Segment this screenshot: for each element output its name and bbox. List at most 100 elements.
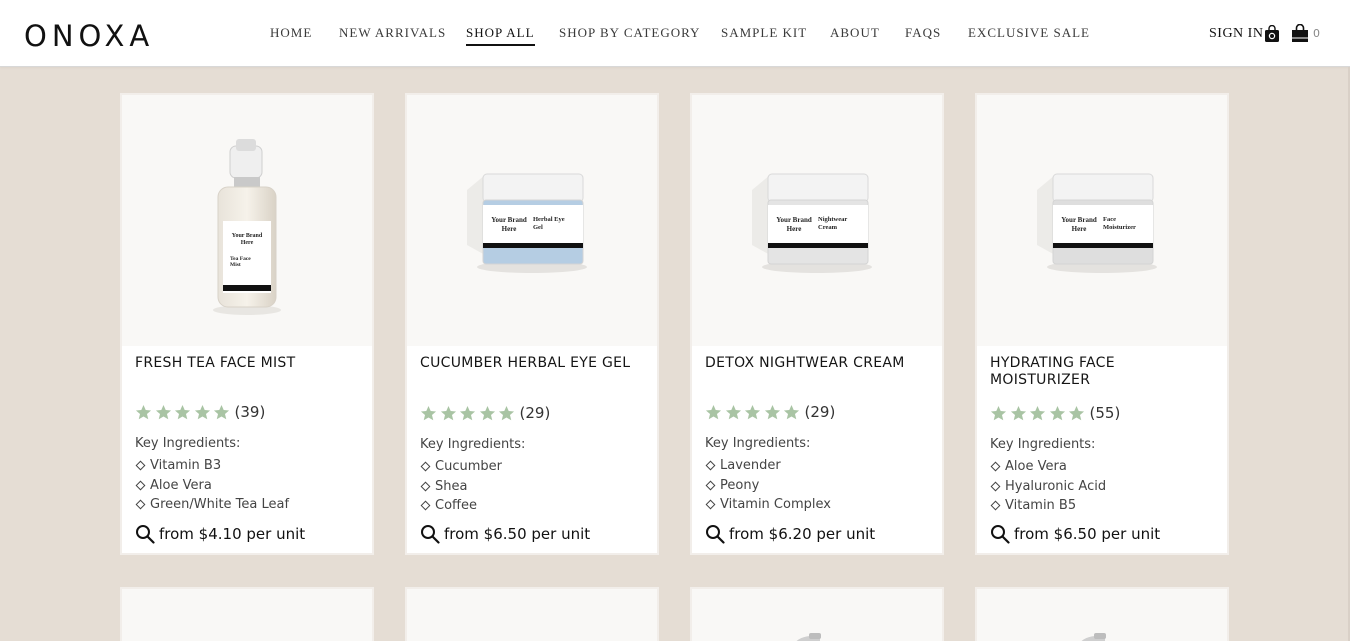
ingredients-list: Aloe Vera Hyaluronic Acid Vitamin B5 (990, 457, 1106, 516)
label-brand: Here (787, 225, 802, 233)
diamond-bullet-icon (135, 499, 146, 510)
ingredient-label: Vitamin Complex (720, 497, 831, 512)
product-card[interactable]: Your Brand Here Nightwear Cream DETOX NI… (690, 93, 944, 555)
ingredient-label: Green/White Tea Leaf (150, 497, 290, 512)
cart-icon[interactable] (1291, 24, 1309, 43)
nav-item-about[interactable]: ABOUT (830, 25, 880, 41)
ingredient-label: Aloe Vera (150, 477, 212, 493)
product-price[interactable]: from $6.20 per unit (705, 523, 875, 545)
ingredients-list: Lavender Peony Vitamin Complex (705, 456, 831, 515)
rating-star-icon (420, 405, 437, 420)
label-product-name: Face (1103, 216, 1116, 223)
label-brand: Your Brand (491, 216, 527, 224)
search-icon (136, 525, 155, 544)
product-card[interactable]: Your Brand Here Face Moisturizer HYDRATI… (975, 93, 1229, 555)
jar-icon: Your Brand Here Face Moisturizer (1037, 173, 1157, 273)
ingredient-item: Aloe Vera (990, 457, 1106, 477)
nav-item-sample-kit[interactable]: SAMPLE KIT (721, 25, 807, 41)
ingredient-item: Hyaluronic Acid (990, 477, 1106, 497)
product-price[interactable]: from $6.50 per unit (990, 523, 1160, 545)
rating-star-icon (990, 405, 1007, 420)
label-product-name: Nightwear (818, 216, 847, 223)
rating-star-icon (155, 404, 171, 419)
diamond-bullet-icon (420, 481, 431, 492)
rating-star-icon (744, 404, 761, 419)
rating-star-icon (213, 404, 230, 419)
label-product-name: Mist (230, 262, 241, 268)
product-image[interactable]: Your Brand Here Face Moisturizer (977, 95, 1227, 346)
ingredient-item: Green/White Tea Leaf (135, 495, 289, 515)
rating-star-icon (705, 404, 722, 419)
product-image[interactable]: Your Brand Here Herbal Eye Gel (407, 95, 657, 346)
product-card[interactable] (405, 587, 659, 641)
ingredient-item: Aloe Vera (135, 476, 289, 496)
price-text: from $6.20 per unit (729, 525, 876, 543)
key-ingredients-label: Key Ingredients: (135, 436, 241, 451)
ingredients-list: Cucumber Shea Coffee (420, 457, 502, 516)
nav-item-shop-all[interactable]: SHOP ALL (466, 25, 535, 46)
ingredient-label: Coffee (435, 498, 477, 513)
rating-star-icon (1029, 405, 1046, 420)
product-card[interactable]: Your Brand Here Tea Face Mist FRESH TEA … (120, 93, 374, 555)
ingredient-item: Cucumber (420, 457, 502, 477)
price-text: from $6.50 per unit (1014, 525, 1161, 543)
product-rating[interactable]: (29) (420, 403, 550, 423)
search-icon (421, 525, 440, 544)
rating-star-icon (783, 404, 800, 419)
ingredient-label: Vitamin B3 (150, 458, 222, 473)
key-ingredients-label: Key Ingredients: (705, 436, 811, 451)
ingredient-item: Coffee (420, 496, 502, 516)
product-title[interactable]: CUCUMBER HERBAL EYE GEL (420, 355, 640, 372)
ingredient-item: Vitamin Complex (705, 495, 831, 515)
nav-item-new-arrivals[interactable]: NEW ARRIVALS (339, 25, 446, 41)
nav-item-exclusive-sale[interactable]: EXCLUSIVE SALE (968, 25, 1090, 41)
nav-item-home[interactable]: HOME (270, 25, 312, 41)
rating-star-icon (1068, 405, 1085, 420)
product-image[interactable]: Your Brand Here Nightwear Cream (692, 95, 942, 346)
brand-logo[interactable]: ONOXA (24, 19, 154, 53)
product-title[interactable]: HYDRATING FACE MOISTURIZER (990, 355, 1210, 389)
product-rating[interactable]: (29) (705, 402, 835, 422)
rating-star-icon (725, 404, 741, 419)
ingredients-list: Vitamin B3 Aloe Vera Green/White Tea Leaf (135, 456, 289, 515)
jar-icon: Your Brand Here Herbal Eye Gel (467, 173, 587, 273)
ingredient-item: Shea (420, 477, 502, 497)
label-product-name: Gel (533, 224, 543, 231)
product-title[interactable]: DETOX NIGHTWEAR CREAM (705, 355, 925, 372)
rating-star-icon (498, 405, 515, 420)
rating-count: (39) (234, 403, 266, 421)
label-product-name: Moisturizer (1103, 224, 1136, 231)
label-brand: Your Brand (232, 233, 263, 239)
key-ingredients-label: Key Ingredients: (420, 437, 526, 452)
product-card[interactable]: Your Brand Here Herbal Eye Gel CUCUMBER … (405, 93, 659, 555)
product-card[interactable] (120, 587, 374, 641)
diamond-bullet-icon (705, 499, 716, 510)
diamond-bullet-icon (990, 461, 1001, 472)
ingredient-item: Vitamin B3 (135, 456, 289, 476)
ingredient-label: Vitamin B5 (1005, 498, 1077, 513)
product-image (977, 589, 1227, 641)
product-image[interactable]: Your Brand Here Tea Face Mist (122, 95, 372, 346)
label-brand: Here (1072, 225, 1087, 233)
product-card[interactable] (690, 587, 944, 641)
product-price[interactable]: from $6.50 per unit (420, 523, 590, 545)
diamond-bullet-icon (705, 480, 716, 491)
product-card[interactable] (975, 587, 1229, 641)
diamond-bullet-icon (990, 481, 1001, 492)
diamond-bullet-icon (420, 461, 431, 472)
account-bag-icon[interactable] (1264, 25, 1280, 43)
rating-star-icon (1049, 405, 1065, 420)
pump-bottle-icon (796, 633, 821, 641)
sign-in-link[interactable]: SIGN IN (1209, 26, 1263, 42)
product-title[interactable]: FRESH TEA FACE MIST (135, 355, 355, 372)
ingredient-label: Hyaluronic Acid (1005, 478, 1107, 494)
product-price[interactable]: from $4.10 per unit (135, 523, 305, 545)
nav-item-faqs[interactable]: FAQS (905, 25, 941, 41)
rating-count: (29) (519, 404, 551, 422)
product-rating[interactable]: (39) (135, 402, 265, 422)
jar-icon: Your Brand Here Nightwear Cream (752, 173, 872, 273)
diamond-bullet-icon (135, 460, 146, 471)
search-icon (706, 525, 725, 544)
product-rating[interactable]: (55) (990, 403, 1120, 423)
nav-item-shop-by-category[interactable]: SHOP BY CATEGORY (559, 25, 700, 41)
